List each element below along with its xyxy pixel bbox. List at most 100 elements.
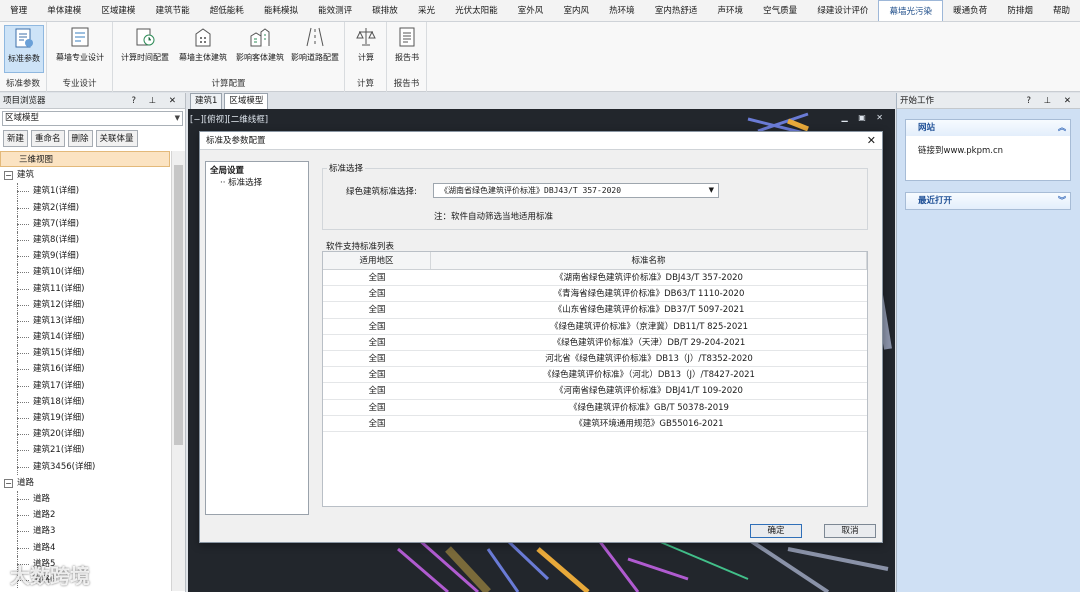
tab-area-model[interactable]: 区域模型 <box>224 93 269 109</box>
menu-item[interactable]: 帮助 <box>1043 0 1080 21</box>
tree-node[interactable]: 建筑10(详细) <box>0 264 170 281</box>
tree-node[interactable]: 道路 <box>0 490 170 508</box>
menu-item[interactable]: 采光 <box>408 0 445 21</box>
menu-item[interactable]: 热环境 <box>599 0 645 21</box>
tree-node[interactable]: 建筑15(详细) <box>0 345 170 362</box>
viewport-label[interactable]: [−][俯视][二维线框] <box>190 113 268 125</box>
table-row[interactable]: 全国 《河南省绿色建筑评价标准》DBJ41/T 109-2020 <box>323 383 867 400</box>
menu-item[interactable]: 区域建模 <box>91 0 145 21</box>
menu-item[interactable]: 能效测评 <box>308 0 362 21</box>
menu-item[interactable]: 超低能耗 <box>200 0 254 21</box>
expand-icon[interactable]: ︾ <box>1058 193 1066 209</box>
curtain-design-button[interactable]: 幕墙专业设计 <box>51 25 109 73</box>
standards-table: 适用地区 标准名称 全国 《湖南省绿色建筑评价标准》DBJ43/T 357-202… <box>322 251 868 507</box>
new-button[interactable]: 新建 <box>3 130 29 147</box>
tree-node[interactable]: 建筑9(详细) <box>0 248 170 265</box>
tree-standard-select[interactable]: ·· 标准选择 <box>210 176 304 188</box>
rename-button[interactable]: 重命名 <box>31 130 65 147</box>
tree-node-label: 建筑15(详细) <box>33 348 85 359</box>
main-building-button[interactable]: 幕墙主体建筑 <box>174 25 232 73</box>
table-row[interactable]: 全国 《湖南省绿色建筑评价标准》DBJ43/T 357-2020 <box>323 270 867 287</box>
tree-node[interactable]: 道路4 <box>0 539 170 556</box>
tree-node[interactable]: − 建筑 <box>0 167 170 183</box>
tree-node[interactable]: 建筑1(详细) <box>0 183 170 200</box>
menu-item[interactable]: 单体建模 <box>37 0 91 21</box>
tree-node[interactable]: 建筑20(详细) <box>0 426 170 443</box>
table-header: 适用地区 标准名称 <box>323 252 867 270</box>
menu-item[interactable]: 幕墙光污染 <box>878 0 944 21</box>
tree-node[interactable]: 建筑12(详细) <box>0 296 170 313</box>
right-panel-controls[interactable]: ? ⊥ ✕ <box>1027 93 1076 109</box>
tree-node[interactable]: 建筑14(详细) <box>0 329 170 346</box>
tree-node[interactable]: 建筑8(详细) <box>0 231 170 249</box>
affected-building-button[interactable]: 影响客体建筑 <box>231 25 289 73</box>
menu-item[interactable]: 暖通负荷 <box>943 0 997 21</box>
tree-node[interactable]: 建筑17(详细) <box>0 377 170 394</box>
link-mass-button[interactable]: 关联体量 <box>95 130 138 147</box>
pkpm-link[interactable]: 链接到www.pkpm.cn <box>918 146 1003 156</box>
road-config-button[interactable]: 影响道路配置 <box>287 25 343 73</box>
tree-node[interactable]: 建筑21(详细) <box>0 442 170 459</box>
menu-item[interactable]: 能耗模拟 <box>254 0 308 21</box>
cancel-button[interactable]: 取消 <box>824 524 876 538</box>
menu-item[interactable]: 绿建设计评价 <box>807 0 878 21</box>
column-name[interactable]: 标准名称 <box>431 252 867 269</box>
tree-node[interactable]: − 道路 <box>0 475 170 491</box>
menu-item[interactable]: 室内热舒适 <box>645 0 708 21</box>
tree-node[interactable]: 建筑13(详细) <box>0 312 170 330</box>
tree-node[interactable]: 建筑7(详细) <box>0 215 170 232</box>
scrollbar-thumb[interactable] <box>174 165 183 445</box>
tree-node[interactable]: 道路2 <box>0 507 170 524</box>
website-card-header[interactable]: 网站 ︽ <box>906 120 1070 136</box>
tree-node[interactable]: 建筑3456(详细) <box>0 458 170 475</box>
standard-select-group: 标准选择 <box>322 162 868 230</box>
delete-button[interactable]: 删除 <box>67 130 93 147</box>
collapse-icon[interactable]: ︽ <box>1058 120 1066 136</box>
ok-button[interactable]: 确定 <box>750 524 802 538</box>
cell-region: 全国 <box>368 370 386 381</box>
menu-item[interactable]: 室内风 <box>553 0 599 21</box>
tab-building1[interactable]: 建筑1 <box>190 93 223 109</box>
model-combo[interactable]: 区域模型 ▼ <box>2 111 183 126</box>
tree-node[interactable]: 建筑19(详细) <box>0 410 170 427</box>
table-row[interactable]: 全国 《绿色建筑评价标准》GB/T 50378-2019 <box>323 400 867 416</box>
table-row[interactable]: 全国 《山东省绿色建筑评价标准》DB37/T 5097-2021 <box>323 302 867 319</box>
table-row[interactable]: 全国 《青海省绿色建筑评价标准》DB63/T 1110-2020 <box>323 286 867 303</box>
collapse-toggle-icon[interactable]: − <box>4 478 13 488</box>
menu-item[interactable]: 空气质量 <box>753 0 807 21</box>
table-row[interactable]: 全国 河北省《绿色建筑评价标准》DB13（J）/T8352-2020 <box>323 351 867 368</box>
table-row[interactable]: 全国 《绿色建筑评价标准》（京津冀）DB11/T 825-2021 <box>323 319 867 335</box>
tree-node[interactable]: 建筑11(详细) <box>0 280 170 297</box>
collapse-toggle-icon[interactable]: − <box>4 171 13 181</box>
tree-node[interactable]: 建筑18(详细) <box>0 393 170 410</box>
website-title: 网站 <box>918 123 936 133</box>
report-button[interactable]: 报告书 <box>390 25 424 73</box>
panel-controls[interactable]: ? ⊥ ✕ <box>132 93 181 109</box>
viewport-window-controls[interactable]: ▁ ▣ ✕ <box>842 113 888 122</box>
calculate-button[interactable]: 计算 <box>349 25 383 73</box>
column-region[interactable]: 适用地区 <box>323 252 431 269</box>
menu-item[interactable]: 碳排放 <box>362 0 408 21</box>
table-row[interactable]: 全国 《建筑环境通用规范》GB55016-2021 <box>323 416 867 432</box>
time-config-button[interactable]: 计算时间配置 <box>116 25 174 73</box>
curtain-design-label: 幕墙专业设计 <box>56 53 104 62</box>
tree-node[interactable]: 道路3 <box>0 523 170 540</box>
tree-node[interactable]: 建筑2(详细) <box>0 199 170 216</box>
menu-item[interactable]: 光伏太阳能 <box>445 0 508 21</box>
menu-item[interactable]: 防排烟 <box>997 0 1043 21</box>
tree-global-settings[interactable]: 全局设置 <box>210 164 304 176</box>
table-row[interactable]: 全国 《绿色建筑评价标准》（河北）DB13（J）/T8427-2021 <box>323 367 867 384</box>
table-row[interactable]: 全国 《绿色建筑评价标准》（天津）DB/T 29-204-2021 <box>323 335 867 351</box>
close-icon[interactable]: ✕ <box>867 132 876 150</box>
menu-item[interactable]: 管理 <box>0 0 37 21</box>
cell-standard-name: 《青海省绿色建筑评价标准》DB63/T 1110-2020 <box>553 289 745 300</box>
menu-item[interactable]: 声环境 <box>707 0 753 21</box>
menu-item[interactable]: 建筑节能 <box>146 0 200 21</box>
standard-select[interactable]: 《湖南省绿色建筑评价标准》DBJ43/T 357-2020 ▼ <box>433 183 719 198</box>
tree-node[interactable]: 建筑16(详细) <box>0 361 170 378</box>
recent-card-header[interactable]: 最近打开 ︾ <box>906 193 1070 209</box>
standard-params-button[interactable]: 标准参数 <box>4 25 44 73</box>
menu-item[interactable]: 室外风 <box>508 0 554 21</box>
tree-scrollbar[interactable] <box>171 151 185 591</box>
tree-node[interactable]: 三维视图 <box>0 151 170 168</box>
